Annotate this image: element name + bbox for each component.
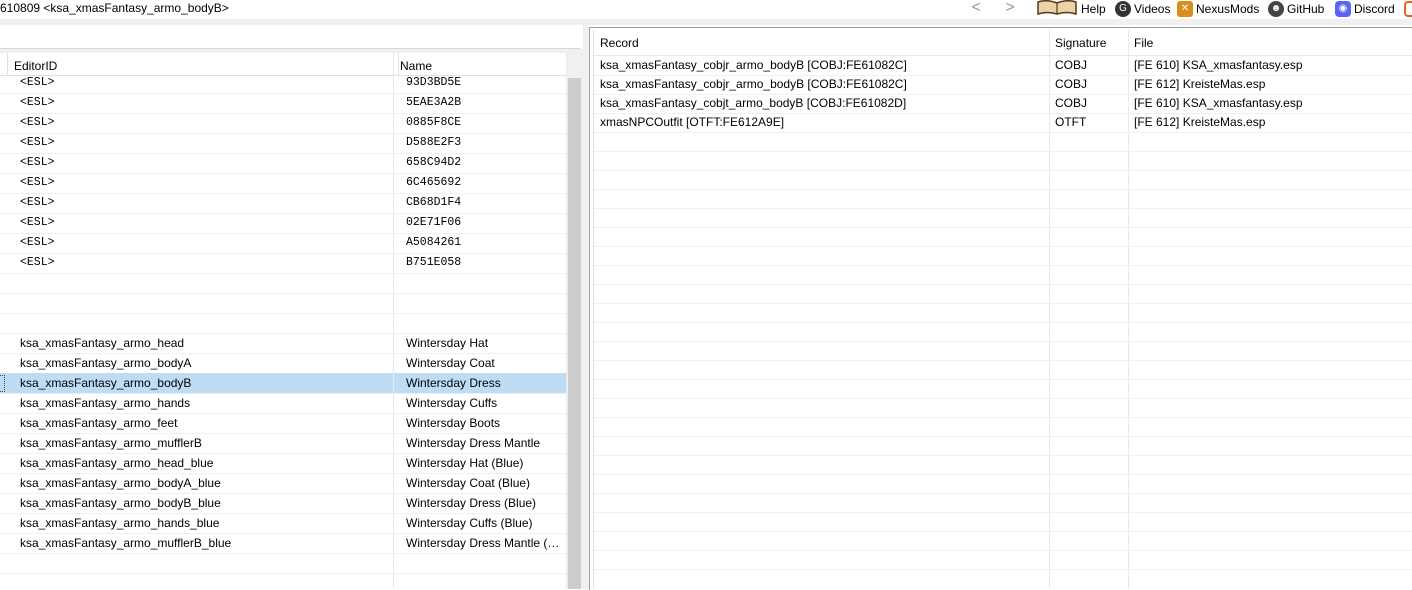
list-item[interactable]: ksa_xmasFantasy_armo_head Wintersday Hat <box>0 333 566 354</box>
list-item[interactable]: ksa_xmasFantasy_armo_mufflerB Wintersday … <box>0 433 566 454</box>
table-row-empty <box>594 531 1412 551</box>
table-row[interactable]: ksa_xmasFantasy_cobjt_armo_bodyB [COBJ:F… <box>594 94 1412 114</box>
table-row-empty <box>594 493 1412 513</box>
table-row-empty <box>594 360 1412 380</box>
table-row-empty <box>594 151 1412 171</box>
list-item[interactable]: ksa_xmasFantasy_armo_mufflerB_blue Winter… <box>0 533 566 554</box>
discord-button[interactable]: ◉ Discord <box>1335 0 1395 18</box>
list-item[interactable]: ksa_xmasFantasy_armo_hands Wintersday Cuf… <box>0 393 566 414</box>
list-item[interactable]: ksa_xmasFantasy_armo_bodyB_blue Wintersda… <box>0 493 566 514</box>
discord-label: Discord <box>1354 1 1395 16</box>
table-row-empty <box>594 189 1412 209</box>
gp-icon: G <box>1115 1 1131 17</box>
filter-bar[interactable] <box>0 25 580 49</box>
nav-back-button[interactable]: < <box>966 0 986 16</box>
window-title: 610809 <ksa_xmasFantasy_armo_bodyB> <box>0 1 229 15</box>
table-row-empty <box>594 132 1412 152</box>
nexusmods-button[interactable]: ✕ NexusMods <box>1177 0 1259 18</box>
table-row-empty <box>594 417 1412 437</box>
table-row-empty <box>594 341 1412 361</box>
list-item[interactable]: <ESL> 6C465692 <box>0 173 566 194</box>
list-item[interactable]: <ESL> D588E2F3 <box>0 133 566 154</box>
help-button[interactable]: Help <box>1036 0 1106 18</box>
list-item[interactable]: <ESL> 5EAE3A2B <box>0 93 566 114</box>
github-label: GitHub <box>1287 1 1325 16</box>
table-row-empty <box>594 246 1412 266</box>
column-header-file[interactable]: File <box>1129 30 1412 56</box>
discord-icon: ◉ <box>1335 1 1351 17</box>
focus-indicator <box>0 375 5 392</box>
table-row-empty <box>594 322 1412 342</box>
table-row-empty <box>594 474 1412 494</box>
list-item[interactable]: <ESL> 02E71F06 <box>0 213 566 234</box>
column-header-record[interactable]: Record <box>594 30 1049 56</box>
videos-label: Videos <box>1134 1 1171 16</box>
scrollbar-thumb[interactable] <box>568 78 581 589</box>
videos-button[interactable]: G Videos <box>1115 0 1170 18</box>
column-divider <box>393 53 394 589</box>
table-row-empty <box>594 208 1412 228</box>
column-header-signature[interactable]: Signature <box>1050 30 1128 56</box>
list-item[interactable]: <ESL> CB68D1F4 <box>0 193 566 214</box>
list-item-selected[interactable]: ksa_xmasFantasy_armo_bodyB Wintersday Dre… <box>0 373 566 394</box>
list-item-empty <box>0 273 566 294</box>
table-row-empty <box>594 170 1412 190</box>
nexusmods-icon: ✕ <box>1177 1 1193 17</box>
table-row[interactable]: xmasNPCOutfit [OTFT:FE612A9E] OTFT [FE 612… <box>594 113 1412 133</box>
table-row[interactable]: ksa_xmasFantasy_cobjr_armo_bodyB [COBJ:F… <box>594 56 1412 76</box>
list-item[interactable]: ksa_xmasFantasy_armo_bodyA Wintersday Coa… <box>0 353 566 374</box>
list-item[interactable]: <ESL> A5084261 <box>0 233 566 254</box>
list-item-empty <box>0 313 566 334</box>
github-button[interactable]: ☻ GitHub <box>1268 0 1324 18</box>
table-row-empty <box>594 436 1412 456</box>
table-row-empty <box>594 379 1412 399</box>
list-item[interactable]: ksa_xmasFantasy_armo_head_blue Wintersday… <box>0 453 566 474</box>
list-item[interactable]: ksa_xmasFantasy_armo_feet Wintersday Boot… <box>0 413 566 434</box>
table-row-empty <box>594 227 1412 247</box>
table-row-empty <box>594 398 1412 418</box>
help-label: Help <box>1081 1 1106 16</box>
table-row-empty <box>594 284 1412 304</box>
book-icon <box>1036 0 1078 20</box>
table-row-empty <box>594 512 1412 532</box>
table-row[interactable]: ksa_xmasFantasy_cobjr_armo_bodyB [COBJ:F… <box>594 75 1412 95</box>
list-item-empty <box>0 293 566 314</box>
list-item[interactable]: <ESL> 658C94D2 <box>0 153 566 174</box>
table-row-empty <box>594 303 1412 323</box>
list-item[interactable]: <ESL> 93D3BD5E <box>0 73 566 94</box>
list-item[interactable]: ksa_xmasFantasy_armo_bodyA_blue Wintersda… <box>0 473 566 494</box>
list-item-empty <box>0 553 566 574</box>
list-item[interactable]: <ESL> B751E058 <box>0 253 566 274</box>
list-item[interactable]: <ESL> 0885F8CE <box>0 113 566 134</box>
table-row-empty <box>594 265 1412 285</box>
records-list: EditorID Name <ESL> 93D3BD5E <ESL> 5EAE3A2… <box>0 53 570 589</box>
github-icon: ☻ <box>1268 1 1284 17</box>
nexusmods-label: NexusMods <box>1196 1 1260 16</box>
table-row-empty <box>594 550 1412 570</box>
table-row-empty <box>594 455 1412 475</box>
patreon-icon[interactable] <box>1404 1 1412 17</box>
nav-forward-button[interactable]: > <box>1000 0 1020 16</box>
list-item[interactable]: ksa_xmasFantasy_armo_hands_blue Wintersda… <box>0 513 566 534</box>
